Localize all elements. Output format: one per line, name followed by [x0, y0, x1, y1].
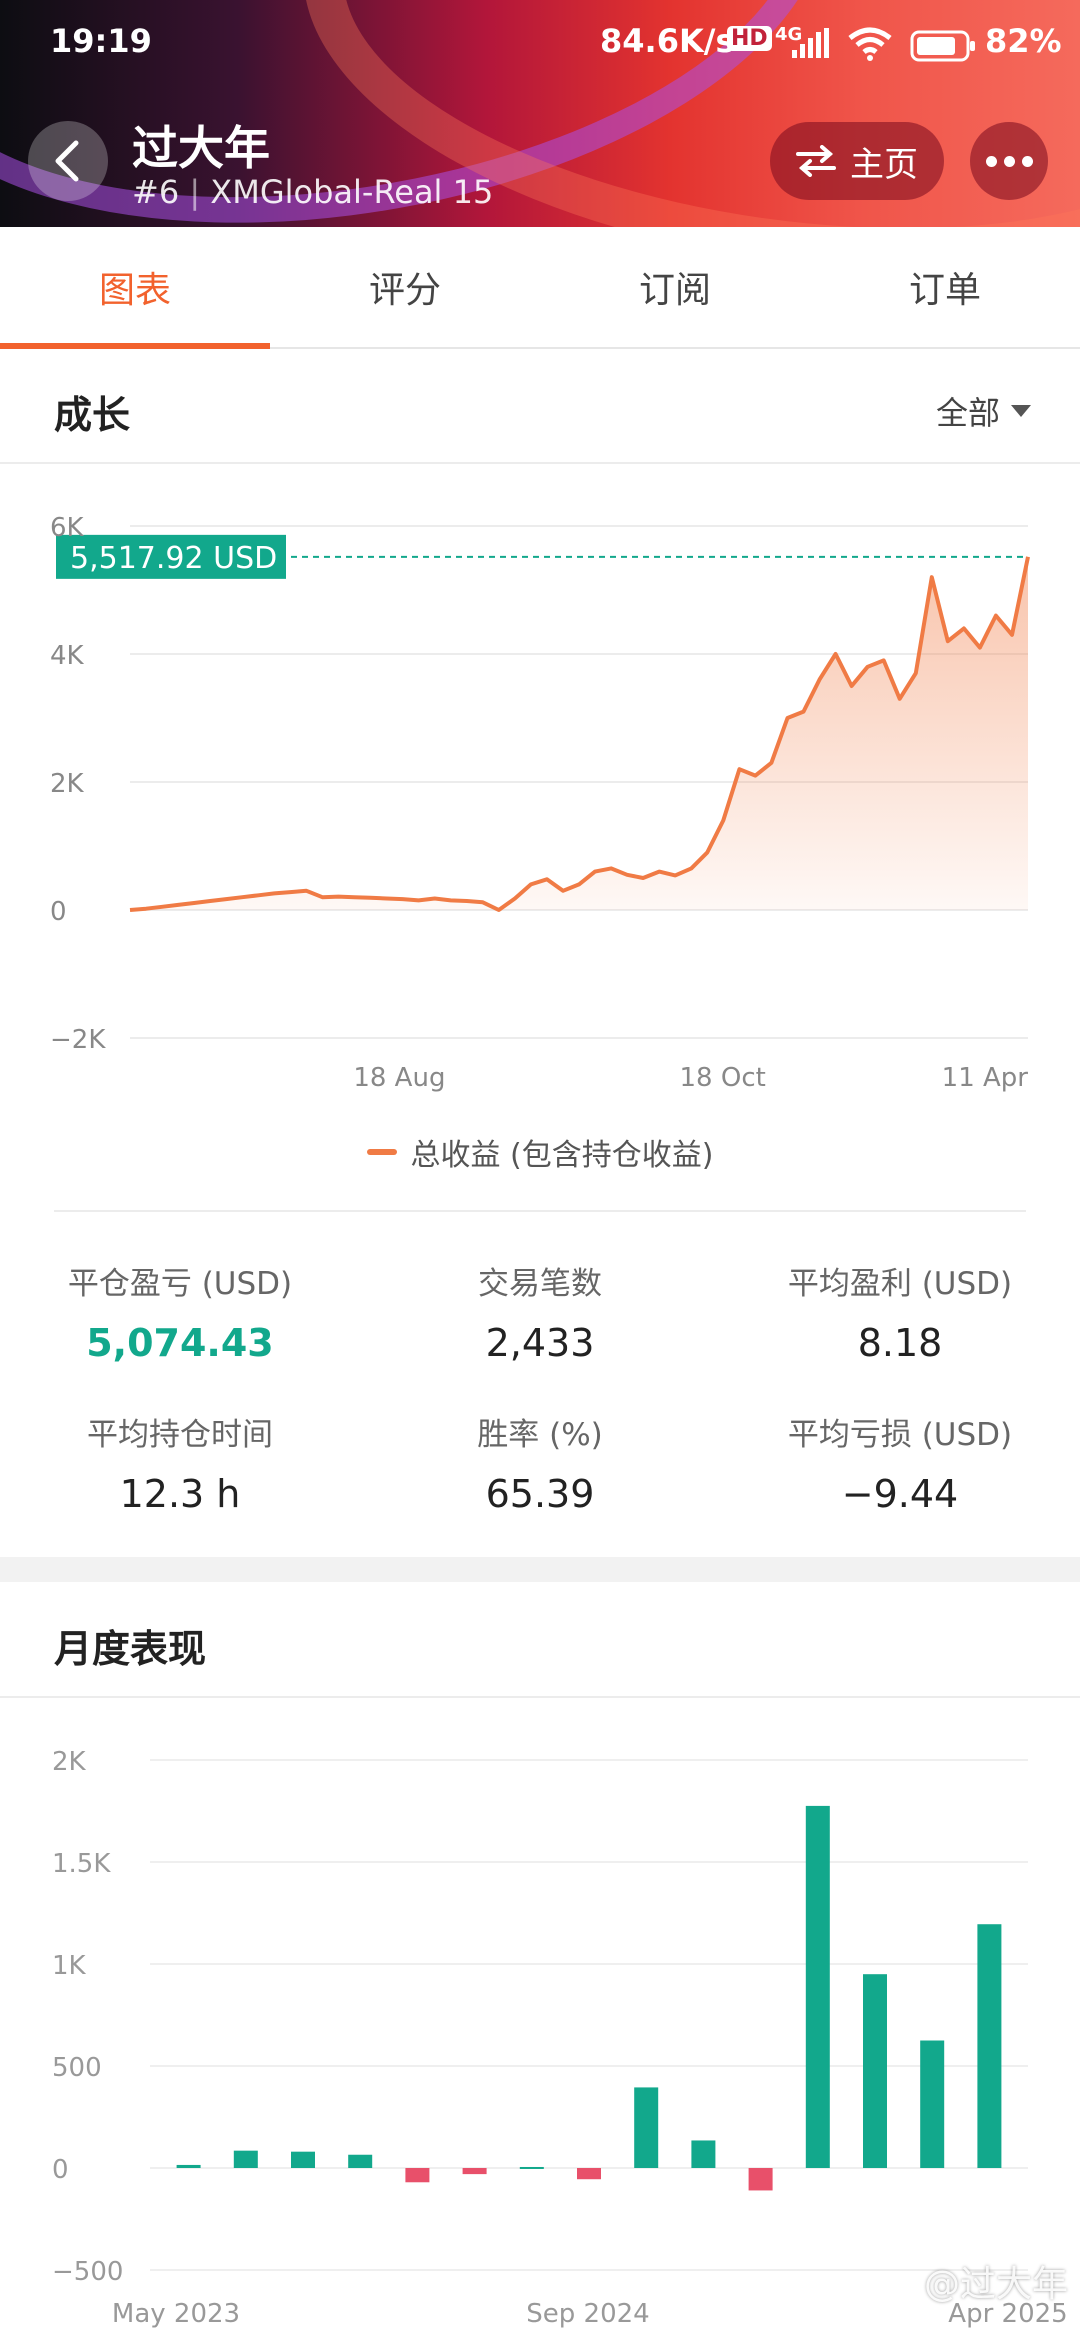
x-tick-label: 18 Oct	[680, 1063, 766, 1093]
y-tick-label: −500	[52, 2257, 123, 2287]
more-options-button[interactable]	[970, 122, 1048, 200]
monthly-bar[interactable]	[405, 2168, 430, 2183]
page-title: 过大年	[132, 121, 270, 175]
x-tick-label: May 2023	[112, 2299, 240, 2329]
divider	[54, 1210, 1026, 1212]
stat-value: 12.3 h	[119, 1472, 241, 1516]
y-tick-label: 2K	[50, 769, 85, 799]
divider	[0, 462, 1080, 464]
stat-trade-count: 交易笔数 2,433	[360, 1258, 720, 1365]
home-button-label: 主页	[850, 144, 918, 185]
monthly-bar[interactable]	[462, 2168, 487, 2175]
divider	[0, 1696, 1080, 1698]
stat-label: 平均亏损 (USD)	[787, 1417, 1013, 1453]
stat-closed-pnl: 平仓盈亏 (USD) 5,074.43	[0, 1258, 360, 1365]
legend-label: 总收益 (包含持仓收益)	[410, 1138, 714, 1173]
wifi-icon	[848, 27, 892, 61]
more-dots-icon	[985, 155, 997, 167]
monthly-title: 月度表现	[54, 1627, 207, 1671]
y-tick-label: 4K	[50, 641, 85, 671]
period-filter-label: 全部	[935, 394, 1000, 432]
stat-avg-holding-time: 平均持仓时间 12.3 h	[0, 1409, 360, 1516]
y-tick-label: 2K	[52, 1747, 87, 1777]
home-button[interactable]: 主页	[770, 122, 944, 200]
period-filter-dropdown[interactable]: 全部	[936, 388, 1032, 434]
hd-badge: HD	[727, 26, 772, 51]
stat-label: 胜率 (%)	[477, 1417, 603, 1453]
monthly-chart: 2K1.5K1K5000−500May 2023 Sep 2024 Apr 2025	[52, 1747, 1068, 2329]
growth-title: 成长	[54, 393, 131, 437]
y-tick-label: −2K	[50, 1025, 106, 1055]
account-name: XMGlobal-Real 15	[210, 173, 494, 211]
growth-legend: 总收益 (包含持仓收益)	[0, 1130, 1080, 1174]
status-net-speed: 84.6K/s	[600, 22, 735, 60]
monthly-bar[interactable]	[805, 1805, 830, 2168]
stat-win-rate: 胜率 (%) 65.39	[360, 1409, 720, 1516]
y-tick-label: 1.5K	[52, 1849, 111, 1879]
rank-label: #6	[132, 173, 180, 211]
monthly-bar[interactable]	[634, 2087, 659, 2168]
y-tick-label: 0	[50, 897, 67, 927]
stat-value: 8.18	[857, 1321, 943, 1365]
stat-value: −9.44	[841, 1472, 959, 1516]
monthly-bar[interactable]	[691, 2140, 716, 2168]
subtitle-separator: |	[189, 173, 201, 211]
caret-down-icon	[1011, 405, 1031, 417]
y-tick-label: 0	[52, 2155, 69, 2185]
header-banner: 19:19 84.6K/s HD 4G 82% 过大年 #6 | XMGloba…	[0, 0, 1080, 227]
stat-label: 平均盈利 (USD)	[787, 1266, 1013, 1302]
stat-label: 平仓盈亏 (USD)	[67, 1266, 293, 1302]
swap-icon	[796, 145, 836, 177]
y-tick-label: 500	[52, 2053, 102, 2083]
stat-avg-profit: 平均盈利 (USD) 8.18	[720, 1258, 1080, 1365]
battery-icon	[910, 30, 975, 62]
monthly-bar[interactable]	[920, 2040, 945, 2169]
current-value-label: 5,517.92 USD	[70, 541, 277, 576]
stat-value: 5,074.43	[86, 1321, 274, 1365]
x-tick-label: 11 Apr	[942, 1063, 1029, 1093]
monthly-bar[interactable]	[577, 2168, 601, 2180]
x-tick-label: Sep 2024	[526, 2299, 649, 2329]
tab-rating[interactable]: 评分	[270, 227, 540, 347]
y-tick-label: 1K	[52, 1951, 87, 1981]
y-tick-label: 6K	[50, 513, 85, 543]
tab-subscription[interactable]: 订阅	[540, 227, 810, 347]
tab-orders[interactable]: 订单	[810, 227, 1080, 347]
watermark: @过大年	[923, 2264, 1068, 2305]
chevron-left-icon	[55, 140, 79, 182]
status-time: 19:19	[50, 22, 152, 60]
battery-percent: 82%	[985, 22, 1062, 60]
account-subtitle: #6 | XMGlobal-Real 15	[132, 173, 493, 211]
tab-chart[interactable]: 图表	[0, 227, 270, 349]
monthly-bar[interactable]	[176, 2164, 201, 2168]
stat-value: 65.39	[485, 1472, 595, 1516]
stat-avg-loss: 平均亏损 (USD) −9.44	[720, 1409, 1080, 1516]
growth-area-fill	[130, 556, 1028, 910]
x-tick-label: 18 Aug	[353, 1063, 445, 1093]
growth-chart: 5,517.92 USD 6K 4K 2K 0 −2K 18 Aug 18 Oct 11 Ap…	[50, 513, 1030, 1093]
monthly-bar[interactable]	[977, 1924, 1002, 2168]
monthly-bar[interactable]	[519, 2166, 544, 2169]
monthly-bar[interactable]	[233, 2150, 258, 2168]
legend-line-swatch	[366, 1149, 397, 1155]
signal-icon	[792, 28, 829, 58]
stat-label: 交易笔数	[478, 1266, 602, 1302]
monthly-bar[interactable]	[348, 2154, 373, 2168]
monthly-bar[interactable]	[291, 2151, 315, 2168]
stat-value: 2,433	[485, 1321, 595, 1365]
monthly-bar[interactable]	[748, 2168, 773, 2191]
back-button[interactable]	[28, 121, 108, 201]
monthly-bar[interactable]	[863, 1974, 887, 2168]
stat-label: 平均持仓时间	[87, 1417, 273, 1453]
tab-bar: 图表 评分 订阅 订单	[0, 227, 1080, 349]
